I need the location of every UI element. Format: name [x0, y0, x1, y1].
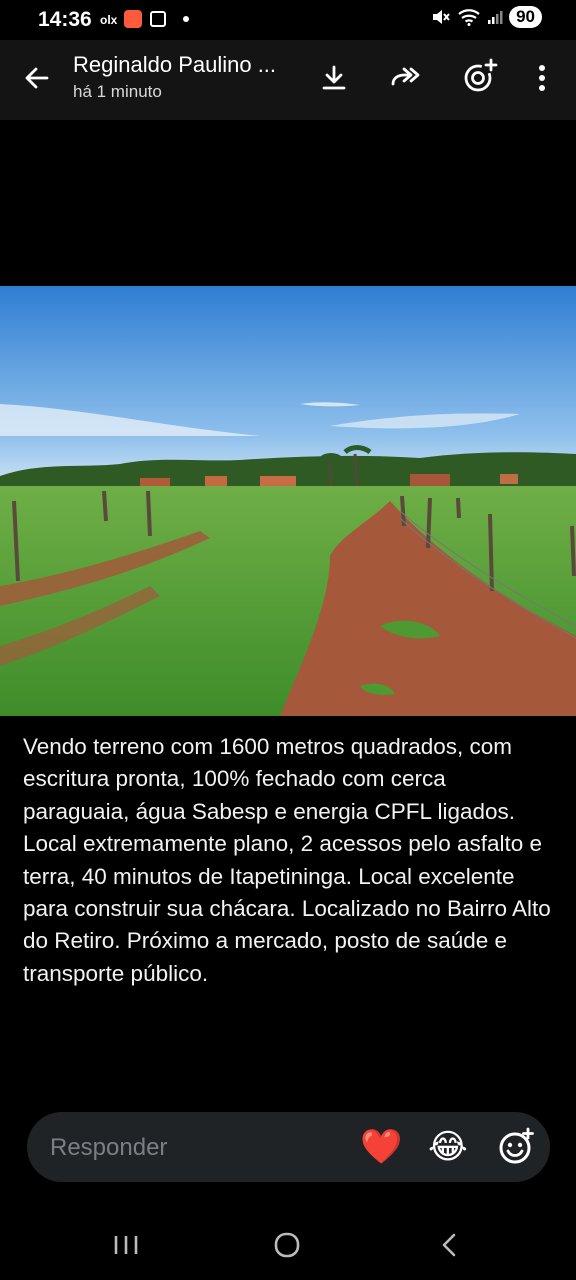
- status-bar: 14:36 olx 90: [0, 0, 576, 40]
- signal-icon: [488, 11, 503, 24]
- recent-apps-button[interactable]: [96, 1220, 156, 1270]
- download-icon: [322, 65, 346, 90]
- heart-reaction-button[interactable]: ❤️: [360, 1126, 402, 1168]
- contact-name[interactable]: Reginaldo Paulino ...: [73, 52, 276, 78]
- add-status-button[interactable]: [458, 54, 502, 98]
- land-photo: [0, 286, 576, 716]
- recent-apps-icon: [114, 1236, 138, 1254]
- olx-notification-icon: olx: [100, 13, 118, 27]
- forward-icon: [391, 67, 420, 86]
- emoji-picker-button[interactable]: [494, 1124, 538, 1168]
- laugh-reaction-button[interactable]: 😂: [428, 1126, 468, 1168]
- app-notification-icon: [124, 10, 142, 28]
- back-arrow-icon: [25, 67, 49, 89]
- wifi-icon: [458, 9, 480, 26]
- battery-level: 90: [509, 6, 542, 28]
- status-caption: Vendo terreno com 1600 metros quadrados,…: [23, 734, 551, 986]
- more-notifications-dot-icon: [183, 16, 189, 22]
- more-options-button[interactable]: [520, 56, 564, 100]
- post-time: há 1 minuto: [73, 82, 162, 101]
- add-status-icon: [464, 58, 498, 92]
- back-nav-icon: [442, 1233, 456, 1257]
- reply-placeholder[interactable]: Responder: [50, 1134, 167, 1162]
- mute-icon: [433, 10, 450, 24]
- home-button[interactable]: [257, 1220, 317, 1270]
- more-vert-icon: [539, 65, 545, 91]
- screenshot-notification-icon: [150, 11, 166, 27]
- back-button[interactable]: [15, 56, 59, 100]
- forward-button[interactable]: [384, 56, 428, 100]
- status-indicators: 90: [431, 6, 542, 28]
- add-emoji-icon: [499, 1127, 534, 1164]
- download-button[interactable]: [312, 56, 356, 100]
- status-time: 14:36: [38, 8, 92, 31]
- home-icon: [274, 1232, 300, 1258]
- back-nav-button[interactable]: [419, 1220, 479, 1270]
